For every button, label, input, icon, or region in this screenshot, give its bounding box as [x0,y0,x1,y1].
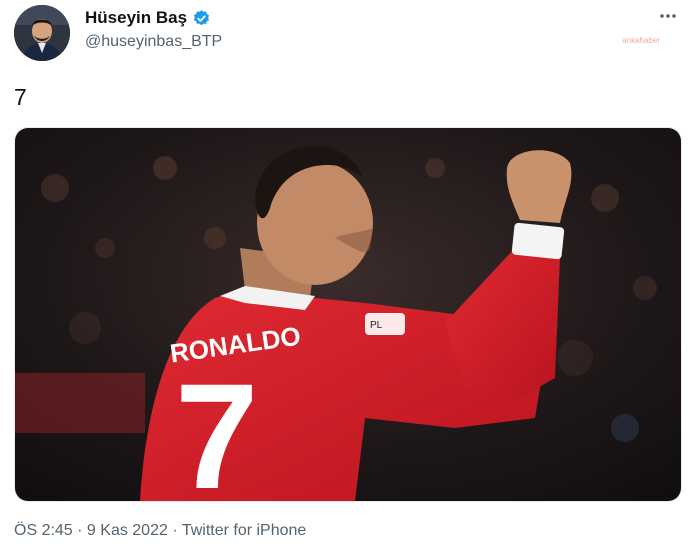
author-name-row: Hüseyin Baş [85,8,211,28]
tweet-media-photo[interactable]: PL RONALDO 7 [14,127,682,502]
verified-badge-icon [194,9,210,25]
tweet-time[interactable]: ÖS 2:45 [14,522,73,539]
tweet-meta: ÖS 2:45 · 9 Kas 2022 · Twitter for iPhon… [14,522,306,540]
more-horizontal-icon[interactable] [658,6,678,31]
author-avatar[interactable] [14,5,70,61]
author-handle[interactable]: @huseyinbas_BTP [85,33,222,51]
meta-separator: · [167,522,182,539]
svg-text:PL: PL [370,320,383,331]
meta-separator: · [72,522,87,539]
celebration-photo: PL RONALDO 7 [15,128,681,501]
watermark-text: ankahaber [622,36,660,45]
author-name[interactable]: Hüseyin Baş [85,8,187,28]
tweet-date[interactable]: 9 Kas 2022 [87,522,168,539]
jersey-number: 7 [175,352,258,501]
avatar-image [14,5,70,61]
tweet-source[interactable]: Twitter for iPhone [182,522,307,539]
tweet-text: 7 [14,84,27,110]
